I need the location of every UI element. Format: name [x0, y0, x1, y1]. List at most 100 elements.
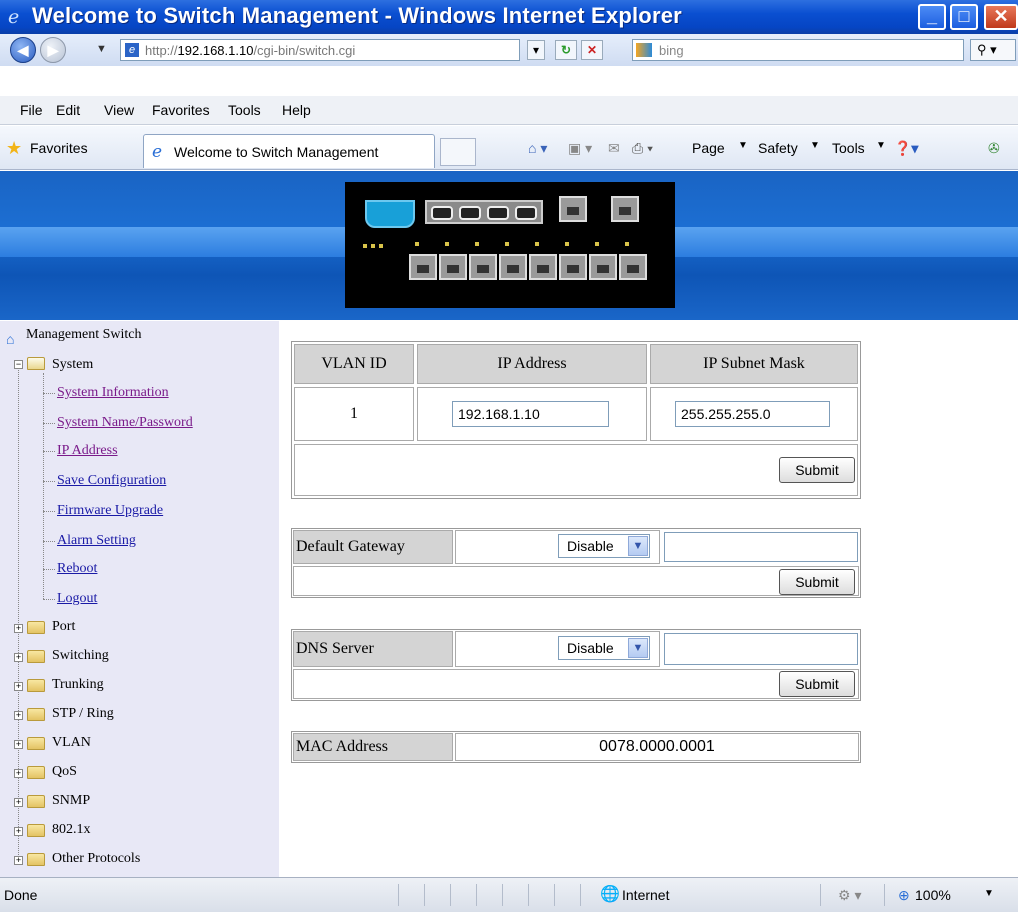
qos-expand-icon[interactable]: +: [14, 769, 23, 778]
new-tab-button[interactable]: [440, 138, 476, 166]
favorites-button[interactable]: Favorites: [30, 140, 88, 156]
port-expand-icon[interactable]: +: [14, 624, 23, 633]
tab-ie-icon: e: [152, 142, 163, 162]
help-icon[interactable]: ❓▾: [894, 140, 918, 157]
recent-pages-icon[interactable]: ▼: [96, 43, 107, 55]
ip-address-input[interactable]: 192.168.1.10: [452, 401, 609, 427]
tree-qos[interactable]: QoS: [52, 764, 77, 780]
minimize-button[interactable]: _: [918, 4, 946, 30]
tree-other-protocols[interactable]: Other Protocols: [52, 851, 140, 867]
nav-system-name-password[interactable]: System Name/Password: [57, 415, 193, 430]
window-title: Welcome to Switch Management - Windows I…: [32, 3, 682, 28]
gateway-mode-value: Disable: [567, 538, 614, 554]
research-icon[interactable]: ✇: [988, 140, 1000, 157]
gateway-submit-button[interactable]: Submit: [779, 569, 855, 595]
gateway-input[interactable]: [664, 532, 858, 562]
8021x-folder-icon: [27, 824, 45, 837]
tools-menu[interactable]: Tools: [832, 140, 865, 156]
zoom-dropdown-icon[interactable]: ▼: [984, 888, 994, 899]
menu-tools[interactable]: Tools: [228, 102, 261, 118]
forward-button[interactable]: ▶: [40, 37, 66, 63]
home-tree-icon: ⌂: [6, 333, 15, 348]
chevron-down-icon[interactable]: ▼: [628, 536, 648, 556]
tree-8021x[interactable]: 802.1x: [52, 822, 91, 838]
tree-switching[interactable]: Switching: [52, 648, 109, 664]
menu-file[interactable]: File: [20, 102, 43, 118]
favorites-star-icon[interactable]: ★: [6, 139, 22, 157]
dns-submit-button[interactable]: Submit: [779, 671, 855, 697]
snmp-folder-icon: [27, 795, 45, 808]
mac-address-value: 0078.0000.0001: [455, 733, 859, 761]
address-dropdown-button[interactable]: ▾: [527, 40, 545, 60]
nav-firmware-upgrade[interactable]: Firmware Upgrade: [57, 503, 163, 518]
other-protocols-expand-icon[interactable]: +: [14, 856, 23, 865]
tree-snmp[interactable]: SNMP: [52, 793, 90, 809]
subnet-mask-input[interactable]: 255.255.255.0: [675, 401, 830, 427]
switch-device-image: [345, 182, 675, 308]
mail-icon[interactable]: ✉: [608, 140, 620, 157]
tree-stp-ring[interactable]: STP / Ring: [52, 706, 114, 722]
zoom-level[interactable]: 100%: [915, 887, 951, 903]
menu-bar: File Edit View Favorites Tools Help: [0, 96, 1018, 125]
zone-label: Internet: [622, 887, 670, 903]
dns-submit-row: [293, 669, 859, 699]
lan-port-6: [559, 254, 587, 280]
feeds-icon[interactable]: ▣ ▾: [568, 140, 592, 157]
title-bar: e Welcome to Switch Management - Windows…: [0, 0, 1018, 34]
search-placeholder: bing: [659, 43, 684, 58]
8021x-expand-icon[interactable]: +: [14, 827, 23, 836]
tab-active[interactable]: e Welcome to Switch Management: [143, 134, 435, 168]
refresh-button[interactable]: ↻: [555, 40, 577, 60]
vlan-expand-icon[interactable]: +: [14, 740, 23, 749]
safety-menu[interactable]: Safety: [758, 140, 798, 156]
lan-port-5: [529, 254, 557, 280]
ip-submit-button[interactable]: Submit: [779, 457, 855, 483]
nav-save-configuration[interactable]: Save Configuration: [57, 473, 166, 488]
maximize-button[interactable]: □: [950, 4, 978, 30]
vlan-folder-icon: [27, 737, 45, 750]
status-text: Done: [4, 887, 38, 903]
url-prefix: http://: [145, 43, 178, 58]
menu-view[interactable]: View: [104, 102, 134, 118]
gateway-mode-select[interactable]: Disable ▼: [558, 534, 650, 558]
gateway-submit-row: [293, 566, 859, 596]
status-bar: Done 🌐 Internet ⚙ ▾ ⊕ 100% ▼: [0, 877, 1018, 912]
tree-vlan[interactable]: VLAN: [52, 735, 91, 751]
system-collapse-icon[interactable]: −: [14, 360, 23, 369]
stop-button[interactable]: ✕: [581, 40, 603, 60]
snmp-expand-icon[interactable]: +: [14, 798, 23, 807]
chevron-down-icon[interactable]: ▼: [628, 638, 648, 658]
nav-ip-address[interactable]: IP Address: [57, 443, 118, 458]
col-ip-address: IP Address: [417, 344, 647, 384]
close-button[interactable]: ✕: [984, 4, 1018, 30]
trunking-expand-icon[interactable]: +: [14, 682, 23, 691]
nav-system-information[interactable]: System Information: [57, 385, 169, 400]
dns-mode-select[interactable]: Disable ▼: [558, 636, 650, 660]
address-input[interactable]: e http://192.168.1.10/cgi-bin/switch.cgi: [120, 39, 520, 61]
home-icon[interactable]: ⌂ ▾: [528, 140, 547, 157]
nav-alarm-setting[interactable]: Alarm Setting: [57, 533, 136, 548]
ie-logo-icon: e: [8, 6, 20, 28]
menu-favorites[interactable]: Favorites: [152, 102, 210, 118]
tree-trunking[interactable]: Trunking: [52, 677, 104, 693]
tab-title: Welcome to Switch Management: [174, 144, 379, 160]
page-menu[interactable]: Page: [692, 140, 725, 156]
tree-root[interactable]: Management Switch: [26, 327, 141, 343]
tree-port[interactable]: Port: [52, 619, 75, 635]
nav-reboot[interactable]: Reboot: [57, 561, 97, 576]
favorites-bar: ★ Favorites e Welcome to Switch Manageme…: [0, 126, 1018, 170]
menu-edit[interactable]: Edit: [56, 102, 80, 118]
search-button[interactable]: ⚲ ▾: [970, 39, 1016, 61]
switching-expand-icon[interactable]: +: [14, 653, 23, 662]
dns-mode-value: Disable: [567, 640, 614, 656]
menu-help[interactable]: Help: [282, 102, 311, 118]
lan-port-3: [469, 254, 497, 280]
stp-ring-expand-icon[interactable]: +: [14, 711, 23, 720]
back-button[interactable]: ◀: [10, 37, 36, 63]
nav-logout[interactable]: Logout: [57, 591, 97, 606]
tree-system[interactable]: System: [52, 357, 93, 373]
dns-input[interactable]: [664, 633, 858, 665]
print-icon[interactable]: ⎙ ▾: [632, 140, 653, 157]
search-input[interactable]: bing: [632, 39, 964, 61]
protected-mode-icon[interactable]: ⚙ ▾: [838, 887, 861, 904]
